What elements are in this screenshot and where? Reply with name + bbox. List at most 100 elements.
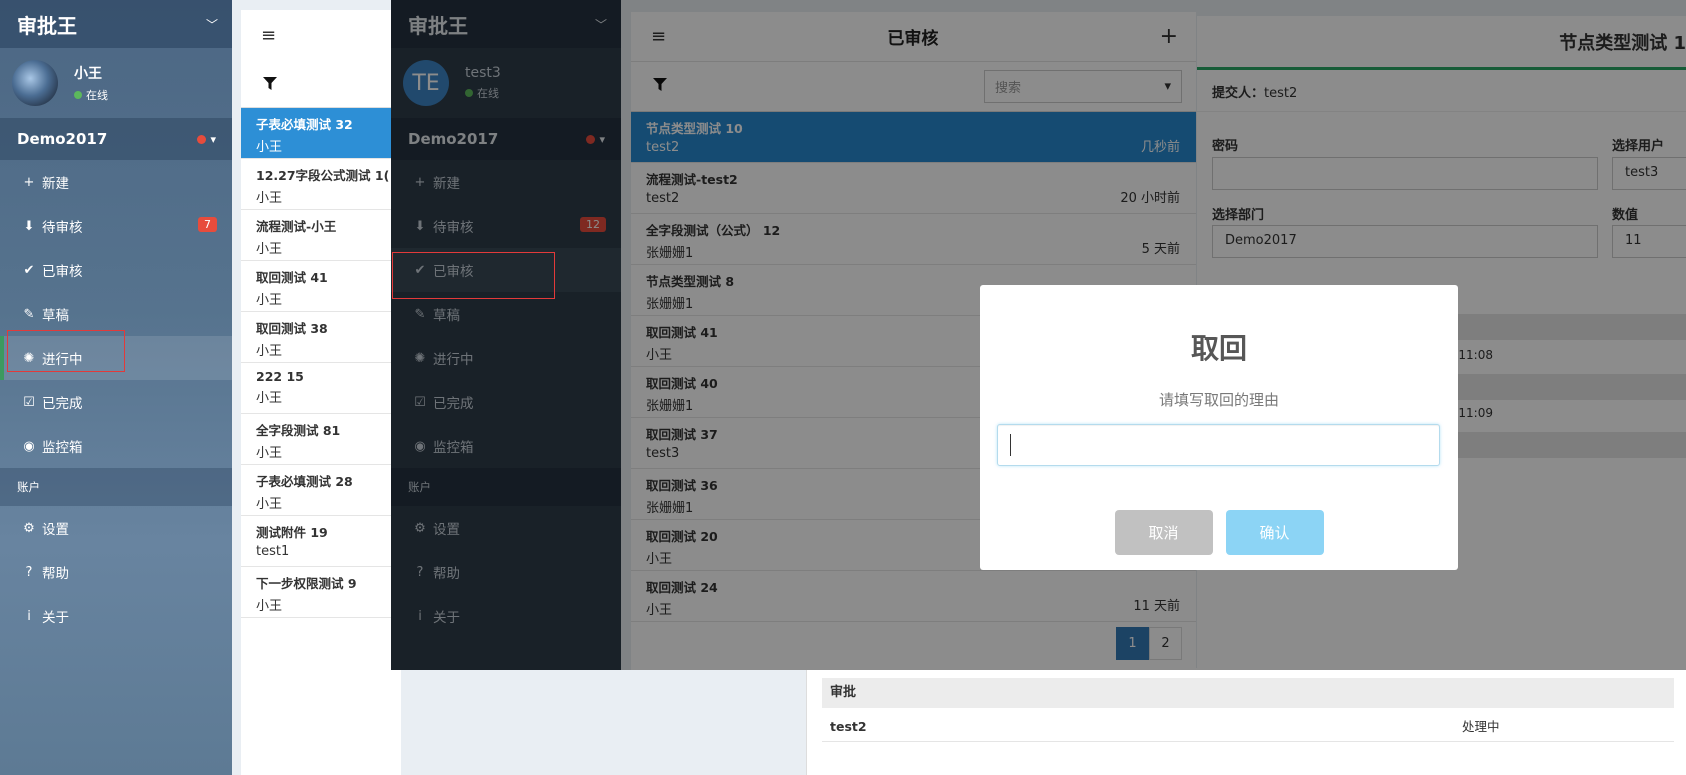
list-item-author: 小王: [256, 446, 283, 461]
list-item-author: 张姗姗1: [646, 246, 694, 261]
user-status-label: 在线: [477, 87, 499, 100]
sidebar-item-inbox[interactable]: ⬇ 待审核 7: [0, 204, 232, 248]
reason-input[interactable]: [997, 424, 1440, 466]
sidebar-item-info[interactable]: i 关于: [391, 594, 621, 638]
add-icon[interactable]: +: [1160, 24, 1178, 49]
password-field[interactable]: [1212, 157, 1598, 190]
count-badge: 7: [198, 217, 217, 232]
dept-select-label: 选择部门: [1212, 208, 1265, 223]
list-item[interactable]: 取回测试 38 小王: [241, 312, 401, 363]
list-item-author: 小王: [256, 599, 283, 614]
org-selector[interactable]: Demo2017 ▾: [0, 118, 232, 160]
list-item[interactable]: 12.27字段公式测试 1(小王: [241, 159, 401, 210]
chevron-down-icon[interactable]: ﹀: [206, 16, 218, 33]
help-icon: ?: [25, 564, 33, 580]
hamburger-menu-icon[interactable]: ≡: [241, 10, 401, 60]
list-item-title: 全字段测试 81: [256, 423, 341, 438]
dept-select-field[interactable]: Demo2017: [1212, 225, 1598, 258]
online-dot-icon: [465, 89, 473, 97]
org-name: Demo2017: [17, 130, 108, 148]
list-item[interactable]: 节点类型测试 10 test2 几秒前: [631, 112, 1196, 163]
sidebar-item-gear[interactable]: ⚙ 设置: [0, 506, 232, 550]
list-item[interactable]: 取回测试 24 小王 11 天前: [631, 571, 1196, 622]
list-item[interactable]: 下一步权限测试 9 小王: [241, 567, 401, 618]
sidebar-item-gear[interactable]: ⚙ 设置: [391, 506, 621, 550]
dialog-text: 请填写取回的理由: [1158, 391, 1279, 409]
list-item-time: 几秒前: [1140, 140, 1180, 155]
approval-header: 审批: [822, 678, 1674, 708]
notification-dot-icon: [197, 134, 207, 144]
submitter-line: 提交人：test2: [1197, 70, 1686, 112]
cancel-button[interactable]: 取消: [1114, 510, 1213, 555]
gear-icon: ⚙: [23, 520, 35, 536]
list-item-author: 小王: [256, 497, 283, 512]
number-label: 数值: [1612, 208, 1639, 223]
page-button[interactable]: 1: [1116, 627, 1149, 660]
sidebar-item-info[interactable]: i 关于: [0, 594, 232, 638]
online-dot-icon: [74, 91, 82, 99]
sidebar-item-label: 关于: [433, 610, 460, 626]
user-select-field[interactable]: test3: [1612, 157, 1686, 190]
hamburger-menu-icon[interactable]: ≡: [651, 26, 666, 47]
org-selector[interactable]: Demo2017 ▾: [391, 118, 621, 160]
org-name: Demo2017: [408, 130, 499, 148]
user-status: 在线: [465, 85, 501, 101]
sidebar-item-checkbox[interactable]: ☑ 已完成: [0, 380, 232, 424]
list-item-title: 取回测试 38: [256, 321, 328, 336]
confirm-button[interactable]: 确认: [1225, 510, 1324, 555]
list-item-author: test2: [646, 191, 680, 206]
sidebar-item-label: 设置: [433, 522, 460, 538]
inbox-icon: ⬇: [414, 218, 426, 234]
sidebar-item-plus[interactable]: + 新建: [0, 160, 232, 204]
list-item-author: 小王: [256, 191, 283, 206]
avatar[interactable]: TE: [403, 60, 449, 106]
list-item[interactable]: 流程测试-test2 test2 20 小时前: [631, 163, 1196, 214]
filter-icon[interactable]: [653, 77, 667, 96]
sidebar-item-checkbox[interactable]: ☑ 已完成: [391, 380, 621, 424]
plus-icon: +: [414, 174, 426, 190]
list-item-title: 下一步权限测试 9: [256, 576, 357, 591]
chevron-down-icon[interactable]: ﹀: [595, 16, 607, 33]
approval-status: 处理中: [1462, 719, 1500, 734]
filter-icon[interactable]: [241, 60, 401, 108]
sidebar-item-eye[interactable]: ◉ 监控箱: [0, 424, 232, 468]
detail-title: 节点类型测试 1: [1197, 16, 1686, 70]
list-item[interactable]: 222 15 小王: [241, 363, 401, 414]
list-item-time: 20 小时前: [1120, 191, 1180, 206]
list-item-title: 节点类型测试 10: [646, 121, 743, 136]
page-title: 已审核: [887, 29, 939, 49]
sidebar-item-help[interactable]: ? 帮助: [391, 550, 621, 594]
info-icon: i: [418, 608, 422, 624]
list-item-author: 小王: [256, 242, 283, 257]
sidebar-item-label: 监控箱: [433, 440, 474, 456]
sidebar-item-inbox[interactable]: ⬇ 待审核 12: [391, 204, 621, 248]
list-item[interactable]: 全字段测试 81 小王: [241, 414, 401, 465]
list-item[interactable]: 流程测试-小王 小王: [241, 210, 401, 261]
sidebar-item-help[interactable]: ? 帮助: [0, 550, 232, 594]
sidebar-item-plus[interactable]: + 新建: [391, 160, 621, 204]
avatar[interactable]: [12, 60, 58, 106]
number-field[interactable]: 11: [1612, 225, 1686, 258]
search-select[interactable]: 搜索 ▾: [984, 70, 1182, 103]
password-label: 密码: [1212, 139, 1239, 154]
list-item-title: 全字段测试（公式） 12: [646, 223, 781, 238]
sidebar-item-double-check[interactable]: ✔ 已审核: [0, 248, 232, 292]
list-item-author: 小王: [256, 293, 283, 308]
list-item[interactable]: 测试附件 19 test1: [241, 516, 401, 567]
list-item[interactable]: 子表必填测试 28 小王: [241, 465, 401, 516]
sidebar-item-label: 帮助: [433, 566, 460, 582]
text-caret: [1010, 434, 1011, 456]
page-button[interactable]: 2: [1149, 627, 1182, 660]
sidebar-item-eye[interactable]: ◉ 监控箱: [391, 424, 621, 468]
list-item[interactable]: 取回测试 41 小王: [241, 261, 401, 312]
section-account: 账户: [0, 468, 232, 506]
submitter-value: test2: [1264, 86, 1298, 101]
list-item-author: test2: [646, 140, 680, 155]
sidebar-item-spinner[interactable]: ✺ 进行中: [391, 336, 621, 380]
sidebar-header: 审批王 ﹀: [391, 0, 621, 48]
inbox-icon: ⬇: [23, 218, 35, 234]
list-item[interactable]: 子表必填测试 32 小王: [241, 108, 401, 159]
list-item[interactable]: 全字段测试（公式） 12 张姗姗1 5 天前: [631, 214, 1196, 265]
list-item-author: 小王: [256, 391, 283, 406]
approval-row: test2 处理中: [822, 712, 1674, 742]
